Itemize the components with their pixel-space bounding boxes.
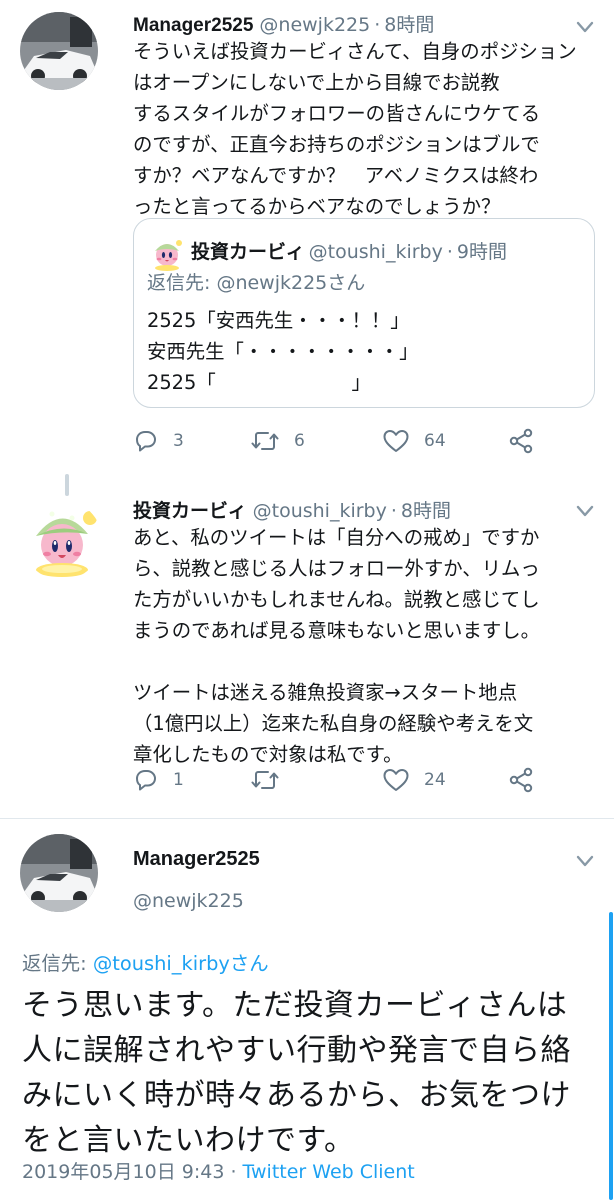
tweet-2[interactable]: 投資カービィ @toushi_kirby · 8時間 あと、私のツイートは「自分への戒… xyxy=(0,490,614,820)
handle[interactable]: @newjk225 xyxy=(133,890,244,912)
reply-user-link[interactable]: @toushi_kirby xyxy=(93,952,230,975)
quote-reply-to: 返信先: @newjk225さん xyxy=(147,272,366,294)
tweet-1[interactable]: Manager2525 @newjk225 · 8時間 そういえば投資カービィさんて、… xyxy=(0,0,614,470)
avatar[interactable] xyxy=(20,834,98,912)
retweet-button[interactable] xyxy=(250,765,294,795)
tweet-header: Manager2525 @newjk225 · 8時間 xyxy=(133,12,434,39)
avatar[interactable] xyxy=(20,12,98,90)
share-button[interactable] xyxy=(507,765,535,795)
like-icon xyxy=(383,430,409,452)
kirby-avatar[interactable] xyxy=(149,235,185,271)
retweet-icon xyxy=(251,771,279,789)
quote-handle[interactable]: @toushi_kirby xyxy=(309,241,443,263)
reply-prefix: 返信先: xyxy=(22,952,93,975)
like-button[interactable]: 24 xyxy=(382,765,446,795)
timestamp[interactable]: 2019年05月10日 9:43 · xyxy=(22,1161,243,1183)
display-name[interactable]: Manager2525 xyxy=(133,15,253,36)
tweet-header: 投資カービィ @toushi_kirby · 8時間 xyxy=(133,498,451,525)
tweet-text: そう思います。ただ投資カービィさんは 人に誤解されやすい行動や発言で自ら絡 みに… xyxy=(22,988,571,1158)
tweet-actions: 1 24 xyxy=(133,765,573,795)
separator: · xyxy=(390,500,397,522)
quoted-tweet[interactable]: 投資カービィ @toushi_kirby · 9時間 返信先: @newjk225さん… xyxy=(133,218,595,408)
caret-down-icon[interactable] xyxy=(572,848,598,874)
tweet-footer: 2019年05月10日 9:43 · Twitter Web Client xyxy=(22,1157,415,1184)
quote-text: 2525「安西先生・・・！！」 安西先生「・・・・・・・・」 2525「 」 xyxy=(147,309,419,394)
quote-timestamp[interactable]: 9時間 xyxy=(457,241,507,263)
display-name[interactable]: 投資カービィ xyxy=(133,501,247,522)
reply-icon xyxy=(136,770,156,791)
tweet-actions: 3 6 64 xyxy=(133,426,573,456)
like-count: 24 xyxy=(424,770,446,790)
reply-count: 3 xyxy=(173,431,184,451)
reply-icon xyxy=(136,431,156,452)
quote-header: 投資カービィ @toushi_kirby · 9時間 xyxy=(191,239,507,265)
handle[interactable]: @toushi_kirby xyxy=(253,500,387,522)
reply-button[interactable]: 1 xyxy=(133,765,184,795)
retweet-button[interactable]: 6 xyxy=(250,426,305,456)
retweet-count: 6 xyxy=(294,431,305,451)
timestamp[interactable]: 8時間 xyxy=(384,14,434,36)
handle[interactable]: @newjk225 xyxy=(259,14,370,36)
reply-count: 1 xyxy=(173,770,184,790)
timestamp[interactable]: 8時間 xyxy=(401,500,451,522)
separator: · xyxy=(374,14,381,36)
kirby-avatar[interactable] xyxy=(22,500,102,580)
display-name[interactable]: Manager2525 xyxy=(133,848,260,871)
reply-suffix: さん xyxy=(229,952,269,975)
reply-button[interactable]: 3 xyxy=(133,426,184,456)
scrollbar[interactable] xyxy=(609,912,613,1200)
share-icon xyxy=(509,428,533,454)
like-button[interactable]: 64 xyxy=(382,426,446,456)
client-link[interactable]: Twitter Web Client xyxy=(243,1161,415,1183)
like-icon xyxy=(383,769,409,791)
tweet-text: そういえば投資カービィさんて、自身のポジション はオープンにしないで上から目線で… xyxy=(133,40,577,218)
share-button[interactable] xyxy=(507,426,535,456)
caret-down-icon[interactable] xyxy=(572,498,598,524)
quote-display-name[interactable]: 投資カービィ xyxy=(191,241,305,263)
tweet-text: あと、私のツイートは「自分への戒め」ですか ら、説教と感じる人はフォロー外すか、… xyxy=(133,526,541,766)
retweet-icon xyxy=(251,432,279,450)
reply-to: 返信先: @toushi_kirbyさん xyxy=(22,947,269,976)
separator: · xyxy=(446,241,453,263)
share-icon xyxy=(509,767,533,793)
like-count: 64 xyxy=(424,431,446,451)
divider xyxy=(0,818,614,819)
